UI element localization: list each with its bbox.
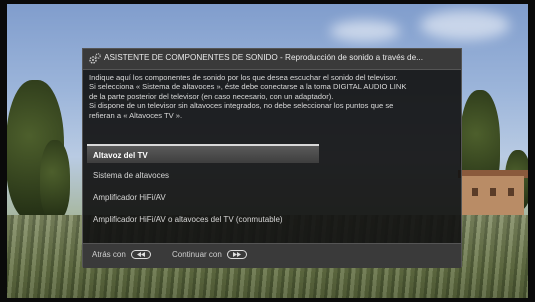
house-window: [508, 188, 514, 196]
tv-bezel: [0, 0, 535, 4]
tv-bezel: [0, 298, 535, 302]
background-house: [462, 176, 524, 216]
tv-bezel: [0, 0, 7, 302]
tv-screen: ASISTENTE DE COMPONENTES DE SONIDO - Rep…: [0, 0, 535, 302]
dialog-description: Indique aquí los componentes de sonido p…: [89, 73, 455, 120]
back-button[interactable]: Atrás con: [92, 250, 152, 260]
house-window: [472, 188, 478, 196]
description-line: Si dispone de un televisor sin altavoces…: [89, 101, 394, 111]
continue-button[interactable]: Continuar con: [172, 250, 248, 260]
gears-icon: [88, 52, 102, 66]
description-line: Indique aquí los componentes de sonido p…: [89, 73, 398, 82]
background-cloud: [420, 10, 510, 40]
description-line: Si selecciona « Sistema de altavoces », …: [89, 82, 407, 92]
option-speaker-system[interactable]: Sistema de altavoces: [87, 166, 319, 185]
option-tv-speaker[interactable]: Altavoz del TV: [87, 144, 319, 163]
background-cloud: [330, 20, 400, 42]
dialog-title: ASISTENTE DE COMPONENTES DE SONIDO - Rep…: [104, 53, 423, 62]
back-label: Atrás con: [92, 250, 126, 259]
tv-bezel: [528, 0, 535, 302]
background-tree: [40, 140, 70, 220]
dialog-title-bar: ASISTENTE DE COMPONENTES DE SONIDO - Rep…: [83, 49, 461, 70]
sound-components-wizard-dialog: ASISTENTE DE COMPONENTES DE SONIDO - Rep…: [82, 48, 462, 268]
option-hifi-av-amplifier[interactable]: Amplificador HiFi/AV: [87, 188, 319, 207]
rewind-key-icon: [131, 250, 152, 260]
dialog-footer: Atrás con Continuar con: [83, 243, 461, 268]
description-line: refieran a « Altavoces TV ».: [89, 110, 183, 120]
fast-forward-key-icon: [227, 250, 248, 260]
option-hifi-or-tv-speakers[interactable]: Amplificador HiFi/AV o altavoces del TV …: [87, 210, 319, 229]
continue-label: Continuar con: [172, 250, 222, 259]
description-line: de la parte posterior del televisor (en …: [89, 91, 334, 101]
house-window: [490, 188, 496, 196]
